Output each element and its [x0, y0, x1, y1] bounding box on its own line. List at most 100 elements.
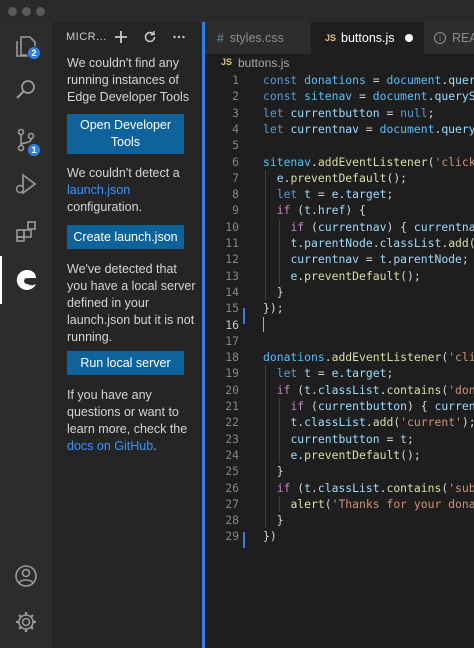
code-line[interactable]: 6 sitenav.addEventListener('click' [205, 154, 474, 170]
line-number: 25 [225, 464, 239, 479]
breadcrumb-file[interactable]: buttons.js [238, 56, 289, 70]
activity-run-debug[interactable] [0, 160, 52, 208]
launch-json-link[interactable]: launch.json [67, 183, 130, 197]
source-control-badge: 1 [27, 143, 41, 157]
code-line[interactable]: 14 } [205, 284, 474, 300]
window-titlebar [0, 0, 474, 22]
line-number: 7 [232, 170, 239, 185]
code-line[interactable]: 2 const sitenav = document.querySe [205, 88, 474, 104]
more-actions-icon[interactable] [170, 28, 188, 46]
activity-extensions[interactable] [0, 208, 52, 256]
line-number: 21 [225, 399, 239, 413]
code-text: t.parentNode.classList.add(' [290, 236, 474, 250]
zoom-window-button[interactable] [36, 7, 45, 16]
code-line[interactable]: 3 let currentbutton = null; [205, 105, 474, 121]
account-icon [15, 565, 37, 587]
close-window-button[interactable] [8, 7, 17, 16]
line-number: 11 [225, 236, 239, 250]
code-line[interactable]: 13 e.preventDefault(); [205, 268, 474, 284]
tab-label: REAI [452, 31, 474, 45]
line-number: 14 [225, 284, 239, 299]
unsaved-changes-icon[interactable] [404, 34, 413, 42]
breadcrumb: JS buttons.js [205, 54, 474, 72]
line-number: 10 [225, 219, 239, 234]
code-line[interactable]: 25 } [205, 463, 474, 479]
line-number: 15 [225, 301, 239, 316]
tab-styles-css[interactable]: # styles.css [205, 22, 311, 54]
code-line[interactable]: 17 [205, 333, 474, 349]
open-devtools-button[interactable]: Open Developer Tools [67, 114, 184, 154]
code-text: if (t.classList.contains('dona [276, 382, 474, 397]
line-number: 17 [225, 333, 239, 348]
line-number: 27 [225, 496, 239, 511]
code-line[interactable]: 4 let currentnav = document.querySe [205, 121, 474, 137]
docs-suffix: . [153, 439, 157, 453]
tab-buttons-js[interactable]: JS buttons.js [311, 22, 424, 54]
code-text: alert('Thanks for your donat [290, 496, 474, 511]
line-number: 19 [225, 366, 239, 381]
code-text: e.preventDefault(); [290, 447, 421, 462]
add-icon[interactable] [112, 28, 130, 46]
code-text: sitenav.addEventListener('click' [263, 154, 474, 169]
code-text: if (t.classList.contains('subm [276, 480, 474, 495]
settings-gear-icon [16, 612, 36, 632]
create-launch-json-button[interactable]: Create launch.json [67, 225, 184, 249]
run-local-server-button[interactable]: Run local server [67, 351, 184, 375]
code-text: } [276, 464, 284, 479]
code-line[interactable]: 28 } [205, 512, 474, 528]
line-number: 18 [225, 350, 239, 365]
code-line[interactable]: 18 donations.addEventListener('clic [205, 349, 474, 365]
code-line[interactable]: 5 [205, 137, 474, 153]
code-line[interactable]: 16 [205, 317, 474, 333]
activity-accounts[interactable] [0, 552, 52, 600]
no-launch-prefix: We couldn't detect a [67, 166, 180, 180]
code-line[interactable]: 15}); [205, 300, 474, 316]
code-line[interactable]: 9 if (t.href) { [205, 202, 474, 218]
code-line[interactable]: 12 currentnav = t.parentNode; [205, 251, 474, 267]
code-line[interactable]: 11 t.parentNode.classList.add(' [205, 235, 474, 251]
code-text: }) [263, 529, 277, 544]
line-number: 6 [232, 154, 239, 169]
editor-tab-bar: # styles.css JS buttons.js i REAI [205, 22, 474, 54]
line-number: 12 [225, 252, 239, 267]
no-instances-message: We couldn't find any running instances o… [67, 56, 190, 104]
edge-devtools-icon [16, 269, 36, 290]
code-line[interactable]: 24 e.preventDefault(); [205, 447, 474, 463]
tab-readme[interactable]: i REAI [424, 22, 474, 54]
activity-search[interactable] [0, 66, 52, 114]
code-text: } [276, 284, 284, 299]
code-line[interactable]: 27 alert('Thanks for your donat [205, 496, 474, 512]
no-launch-suffix: configuration. [67, 200, 143, 214]
code-line[interactable]: 29}) [205, 528, 474, 544]
docs-on-github-link[interactable]: docs on GitHub [67, 439, 153, 453]
line-number: 24 [225, 447, 239, 462]
activity-edge-devtools[interactable] [0, 256, 52, 304]
minimize-window-button[interactable] [22, 7, 31, 16]
line-number: 29 [225, 529, 239, 544]
refresh-icon[interactable] [141, 28, 159, 46]
activity-bar: 2 1 [0, 22, 52, 648]
code-line[interactable]: 21 if (currentbutton) { current [205, 398, 474, 414]
code-line[interactable]: 1 const donations = document.query [205, 72, 474, 88]
code-line[interactable]: 22 t.classList.add('current'); [205, 414, 474, 430]
code-text: donations.addEventListener('clic [263, 350, 474, 365]
code-line[interactable]: 23 currentbutton = t; [205, 431, 474, 447]
code-line[interactable]: 19 let t = e.target; [205, 365, 474, 381]
line-number: 26 [225, 480, 239, 495]
search-icon [16, 80, 35, 99]
line-number: 22 [225, 415, 239, 430]
code-text: e.preventDefault(); [276, 170, 408, 185]
line-number: 9 [232, 203, 239, 218]
code-editor[interactable]: 1 const donations = document.query 2 const … [205, 72, 474, 648]
activity-source-control[interactable]: 1 [0, 116, 52, 164]
code-text: if (currentnav) { currentnav [290, 219, 474, 234]
tab-label: buttons.js [341, 31, 395, 45]
code-line[interactable]: 8 let t = e.target; [205, 186, 474, 202]
code-line[interactable]: 20 if (t.classList.contains('dona [205, 382, 474, 398]
code-text: if (currentbutton) { current [290, 399, 474, 413]
activity-explorer[interactable]: 2 [0, 22, 52, 70]
code-line[interactable]: 26 if (t.classList.contains('subm [205, 480, 474, 496]
code-line[interactable]: 10 if (currentnav) { currentnav [205, 219, 474, 235]
activity-manage[interactable] [0, 598, 52, 646]
code-line[interactable]: 7 e.preventDefault(); [205, 170, 474, 186]
